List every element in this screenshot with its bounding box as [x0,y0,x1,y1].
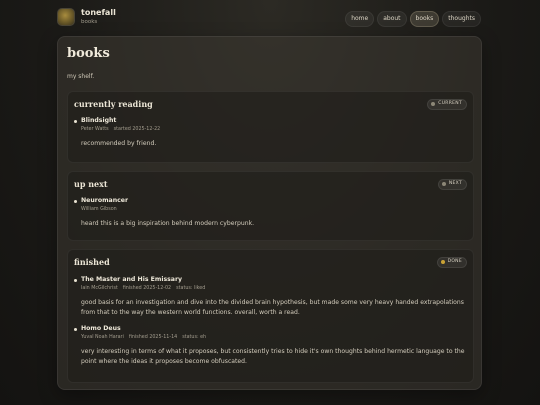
bullet-icon [74,328,77,331]
book-author: William Gibson [81,207,117,212]
badge-label: NEXT [448,181,462,186]
book-meta: Yuval Noah Harari finished 2025-11-14 stat… [81,335,211,341]
book-note: recommended by friend. [81,140,157,147]
book-status: status: eh [182,335,207,340]
page-description: my shelf. [67,73,95,80]
badge-label: CURRENT [438,101,462,106]
status-badge-next: NEXT [437,179,467,190]
section-title: finished [74,257,110,267]
status-dot-icon [431,102,436,107]
status-dot-icon [441,182,446,187]
site-subtitle: books [81,18,98,25]
section-up-next: up next NEXT Neuromancer William Gibson … [67,171,474,241]
book-status: status: liked [176,286,206,291]
book-item: Neuromancer William Gibson heard this is… [74,197,469,238]
book-finished: finished 2025-11-14 [128,335,178,340]
book-meta: William Gibson [81,207,122,213]
nav-thoughts[interactable]: thoughts [442,11,481,27]
book-meta: Iain McGilchrist finished 2025-12-02 statu… [81,286,210,292]
section-title: currently reading [74,99,153,109]
book-note: good basis for an investigation and dive… [81,299,464,316]
book-item: Blindsight Peter Watts started 2025-12-22… [74,117,469,158]
section-finished: finished DONE The Master and His Emissar… [67,249,474,383]
book-title: Blindsight [81,117,117,124]
book-note: heard this is a big inspiration behind m… [81,220,255,227]
content-card: books my shelf. currently reading CURREN… [57,36,482,390]
book-title: Neuromancer [81,197,129,204]
section-currently-reading: currently reading CURRENT Blindsight Pet… [67,91,474,163]
site-logo-icon[interactable] [57,8,75,26]
book-finished: finished 2025-12-02 [122,286,172,291]
section-title: up next [74,179,108,189]
page-title: books [67,46,110,61]
book-item: The Master and His Emissary Iain McGilch… [74,276,469,325]
book-author: Yuval Noah Harari [81,335,124,340]
bullet-icon [74,200,77,203]
book-author: Peter Watts [81,127,109,132]
main-nav: home about books thoughts [345,11,481,27]
bullet-icon [74,279,77,282]
book-note: very interesting in terms of what it pro… [81,348,465,365]
status-dot-icon [440,260,445,265]
nav-books[interactable]: books [409,11,440,27]
book-item: Homo Deus Yuval Noah Harari finished 2025… [74,325,469,374]
book-started: started 2025-12-22 [113,127,161,132]
site-header: tonefall books home about books thoughts [57,8,481,30]
nav-home[interactable]: home [345,11,375,27]
book-title: The Master and His Emissary [81,276,183,283]
book-title: Homo Deus [81,325,121,332]
book-author: Iain McGilchrist [81,286,118,291]
brand[interactable]: tonefall books [57,8,116,26]
status-badge-done: DONE [436,257,467,268]
badge-label: DONE [447,259,462,264]
nav-about[interactable]: about [377,11,407,27]
site-name[interactable]: tonefall [81,8,116,17]
status-badge-current: CURRENT [427,99,467,110]
bullet-icon [74,120,77,123]
book-meta: Peter Watts started 2025-12-22 [81,127,165,133]
